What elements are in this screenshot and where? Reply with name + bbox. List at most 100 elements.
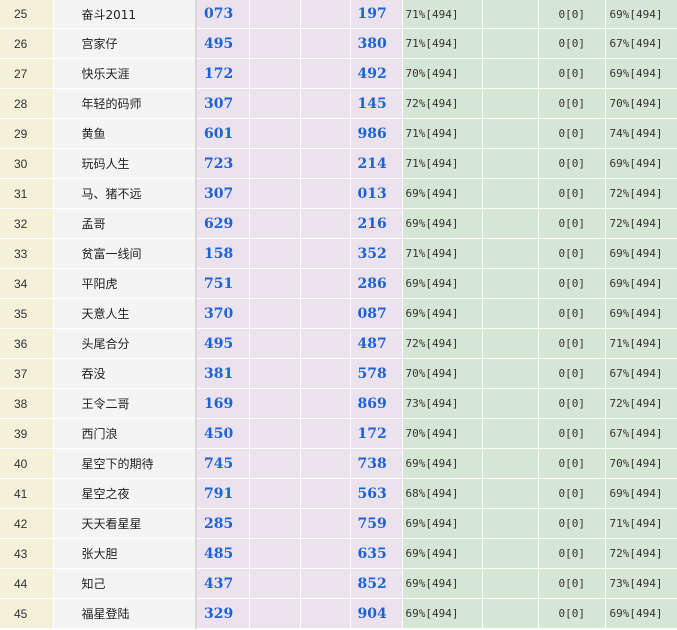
stat-4: 67%[494] — [605, 418, 677, 449]
stat-2: 0[0] — [482, 268, 539, 299]
stat-4: 74%[494] — [605, 118, 677, 149]
player-name: 福星登陆 — [53, 598, 197, 629]
stat-3: 0[0] — [538, 538, 606, 569]
stat-3: 0[0] — [538, 328, 606, 359]
stat-4: 69%[494] — [605, 58, 677, 89]
stat-3: 0[0] — [538, 208, 606, 239]
stat-4: 71%[494] — [605, 328, 677, 359]
table-row: 26宫家仔49538071%[494]0[0]0[0]67%[494] — [0, 28, 677, 59]
player-name: 马、猪不远 — [53, 178, 197, 209]
stat-3: 0[0] — [538, 418, 606, 449]
stat-1: 69%[494] — [402, 178, 483, 209]
blank-cell — [249, 418, 301, 449]
table-row: 27快乐天涯17249270%[494]0[0]0[0]69%[494] — [0, 58, 677, 89]
table-body: 25奋斗201107319771%[494]0[0]0[0]69%[494]26… — [0, 0, 677, 629]
stat-2: 0[0] — [482, 148, 539, 179]
number-a: 307 — [196, 178, 250, 209]
player-name: 玩码人生 — [53, 148, 197, 179]
number-b: 578 — [349, 358, 403, 389]
number-b: 380 — [349, 28, 403, 59]
blank-cell — [300, 508, 351, 539]
stat-1: 68%[494] — [402, 478, 483, 509]
stat-4: 72%[494] — [605, 178, 677, 209]
stat-2: 0[0] — [482, 508, 539, 539]
number-b: 145 — [349, 88, 403, 119]
table-row: 25奋斗201107319771%[494]0[0]0[0]69%[494] — [0, 0, 677, 29]
stat-3: 0[0] — [538, 358, 606, 389]
stat-3: 0[0] — [538, 508, 606, 539]
stat-3: 0[0] — [538, 118, 606, 149]
table-row: 33贫富一线间15835271%[494]0[0]0[0]69%[494] — [0, 238, 677, 269]
blank-cell — [300, 328, 351, 359]
stat-4: 69%[494] — [605, 268, 677, 299]
stat-3: 0[0] — [538, 178, 606, 209]
table-row: 34平阳虎75128669%[494]0[0]0[0]69%[494] — [0, 268, 677, 299]
stat-3: 0[0] — [538, 388, 606, 419]
number-b: 852 — [349, 568, 403, 599]
blank-cell — [300, 418, 351, 449]
prediction-table: 25奋斗201107319771%[494]0[0]0[0]69%[494]26… — [0, 0, 677, 629]
stat-3: 0[0] — [538, 568, 606, 599]
table-row: 43张大胆48563569%[494]0[0]0[0]72%[494] — [0, 538, 677, 569]
blank-cell — [300, 208, 351, 239]
stat-3: 0[0] — [538, 598, 606, 629]
player-name: 年轻的码师 — [53, 88, 197, 119]
player-name: 王令二哥 — [53, 388, 197, 419]
stat-2: 0[0] — [482, 388, 539, 419]
row-index: 30 — [0, 148, 54, 179]
stat-1: 71%[494] — [402, 118, 483, 149]
stat-4: 69%[494] — [605, 598, 677, 629]
blank-cell — [249, 328, 301, 359]
row-index: 41 — [0, 478, 54, 509]
player-name: 快乐天涯 — [53, 58, 197, 89]
blank-cell — [249, 58, 301, 89]
stat-4: 72%[494] — [605, 208, 677, 239]
stat-1: 72%[494] — [402, 328, 483, 359]
stat-2: 0[0] — [482, 328, 539, 359]
row-index: 43 — [0, 538, 54, 569]
stat-4: 72%[494] — [605, 538, 677, 569]
stat-2: 0[0] — [482, 358, 539, 389]
stat-4: 72%[494] — [605, 388, 677, 419]
player-name: 奋斗2011 — [53, 0, 197, 29]
player-name: 头尾合分 — [53, 328, 197, 359]
row-index: 39 — [0, 418, 54, 449]
stat-2: 0[0] — [482, 88, 539, 119]
stat-2: 0[0] — [482, 598, 539, 629]
stat-3: 0[0] — [538, 238, 606, 269]
stat-3: 0[0] — [538, 148, 606, 179]
blank-cell — [249, 478, 301, 509]
player-name: 张大胆 — [53, 538, 197, 569]
number-b: 013 — [349, 178, 403, 209]
blank-cell — [249, 0, 301, 29]
blank-cell — [249, 238, 301, 269]
blank-cell — [300, 388, 351, 419]
number-b: 352 — [349, 238, 403, 269]
table-row: 30玩码人生72321471%[494]0[0]0[0]69%[494] — [0, 148, 677, 179]
stat-1: 69%[494] — [402, 208, 483, 239]
row-index: 42 — [0, 508, 54, 539]
stat-2: 0[0] — [482, 0, 539, 29]
stat-2: 0[0] — [482, 238, 539, 269]
number-b: 635 — [349, 538, 403, 569]
blank-cell — [249, 178, 301, 209]
blank-cell — [249, 568, 301, 599]
stat-1: 73%[494] — [402, 388, 483, 419]
blank-cell — [300, 148, 351, 179]
number-b: 986 — [349, 118, 403, 149]
number-a: 437 — [196, 568, 250, 599]
blank-cell — [300, 268, 351, 299]
number-a: 495 — [196, 28, 250, 59]
blank-cell — [249, 538, 301, 569]
stat-2: 0[0] — [482, 298, 539, 329]
row-index: 31 — [0, 178, 54, 209]
row-index: 32 — [0, 208, 54, 239]
table-row: 29黄鱼60198671%[494]0[0]0[0]74%[494] — [0, 118, 677, 149]
stat-3: 0[0] — [538, 478, 606, 509]
player-name: 星空下的期待 — [53, 448, 197, 479]
stat-3: 0[0] — [538, 0, 606, 29]
number-b: 197 — [349, 0, 403, 29]
blank-cell — [249, 118, 301, 149]
row-index: 34 — [0, 268, 54, 299]
table-row: 28年轻的码师30714572%[494]0[0]0[0]70%[494] — [0, 88, 677, 119]
